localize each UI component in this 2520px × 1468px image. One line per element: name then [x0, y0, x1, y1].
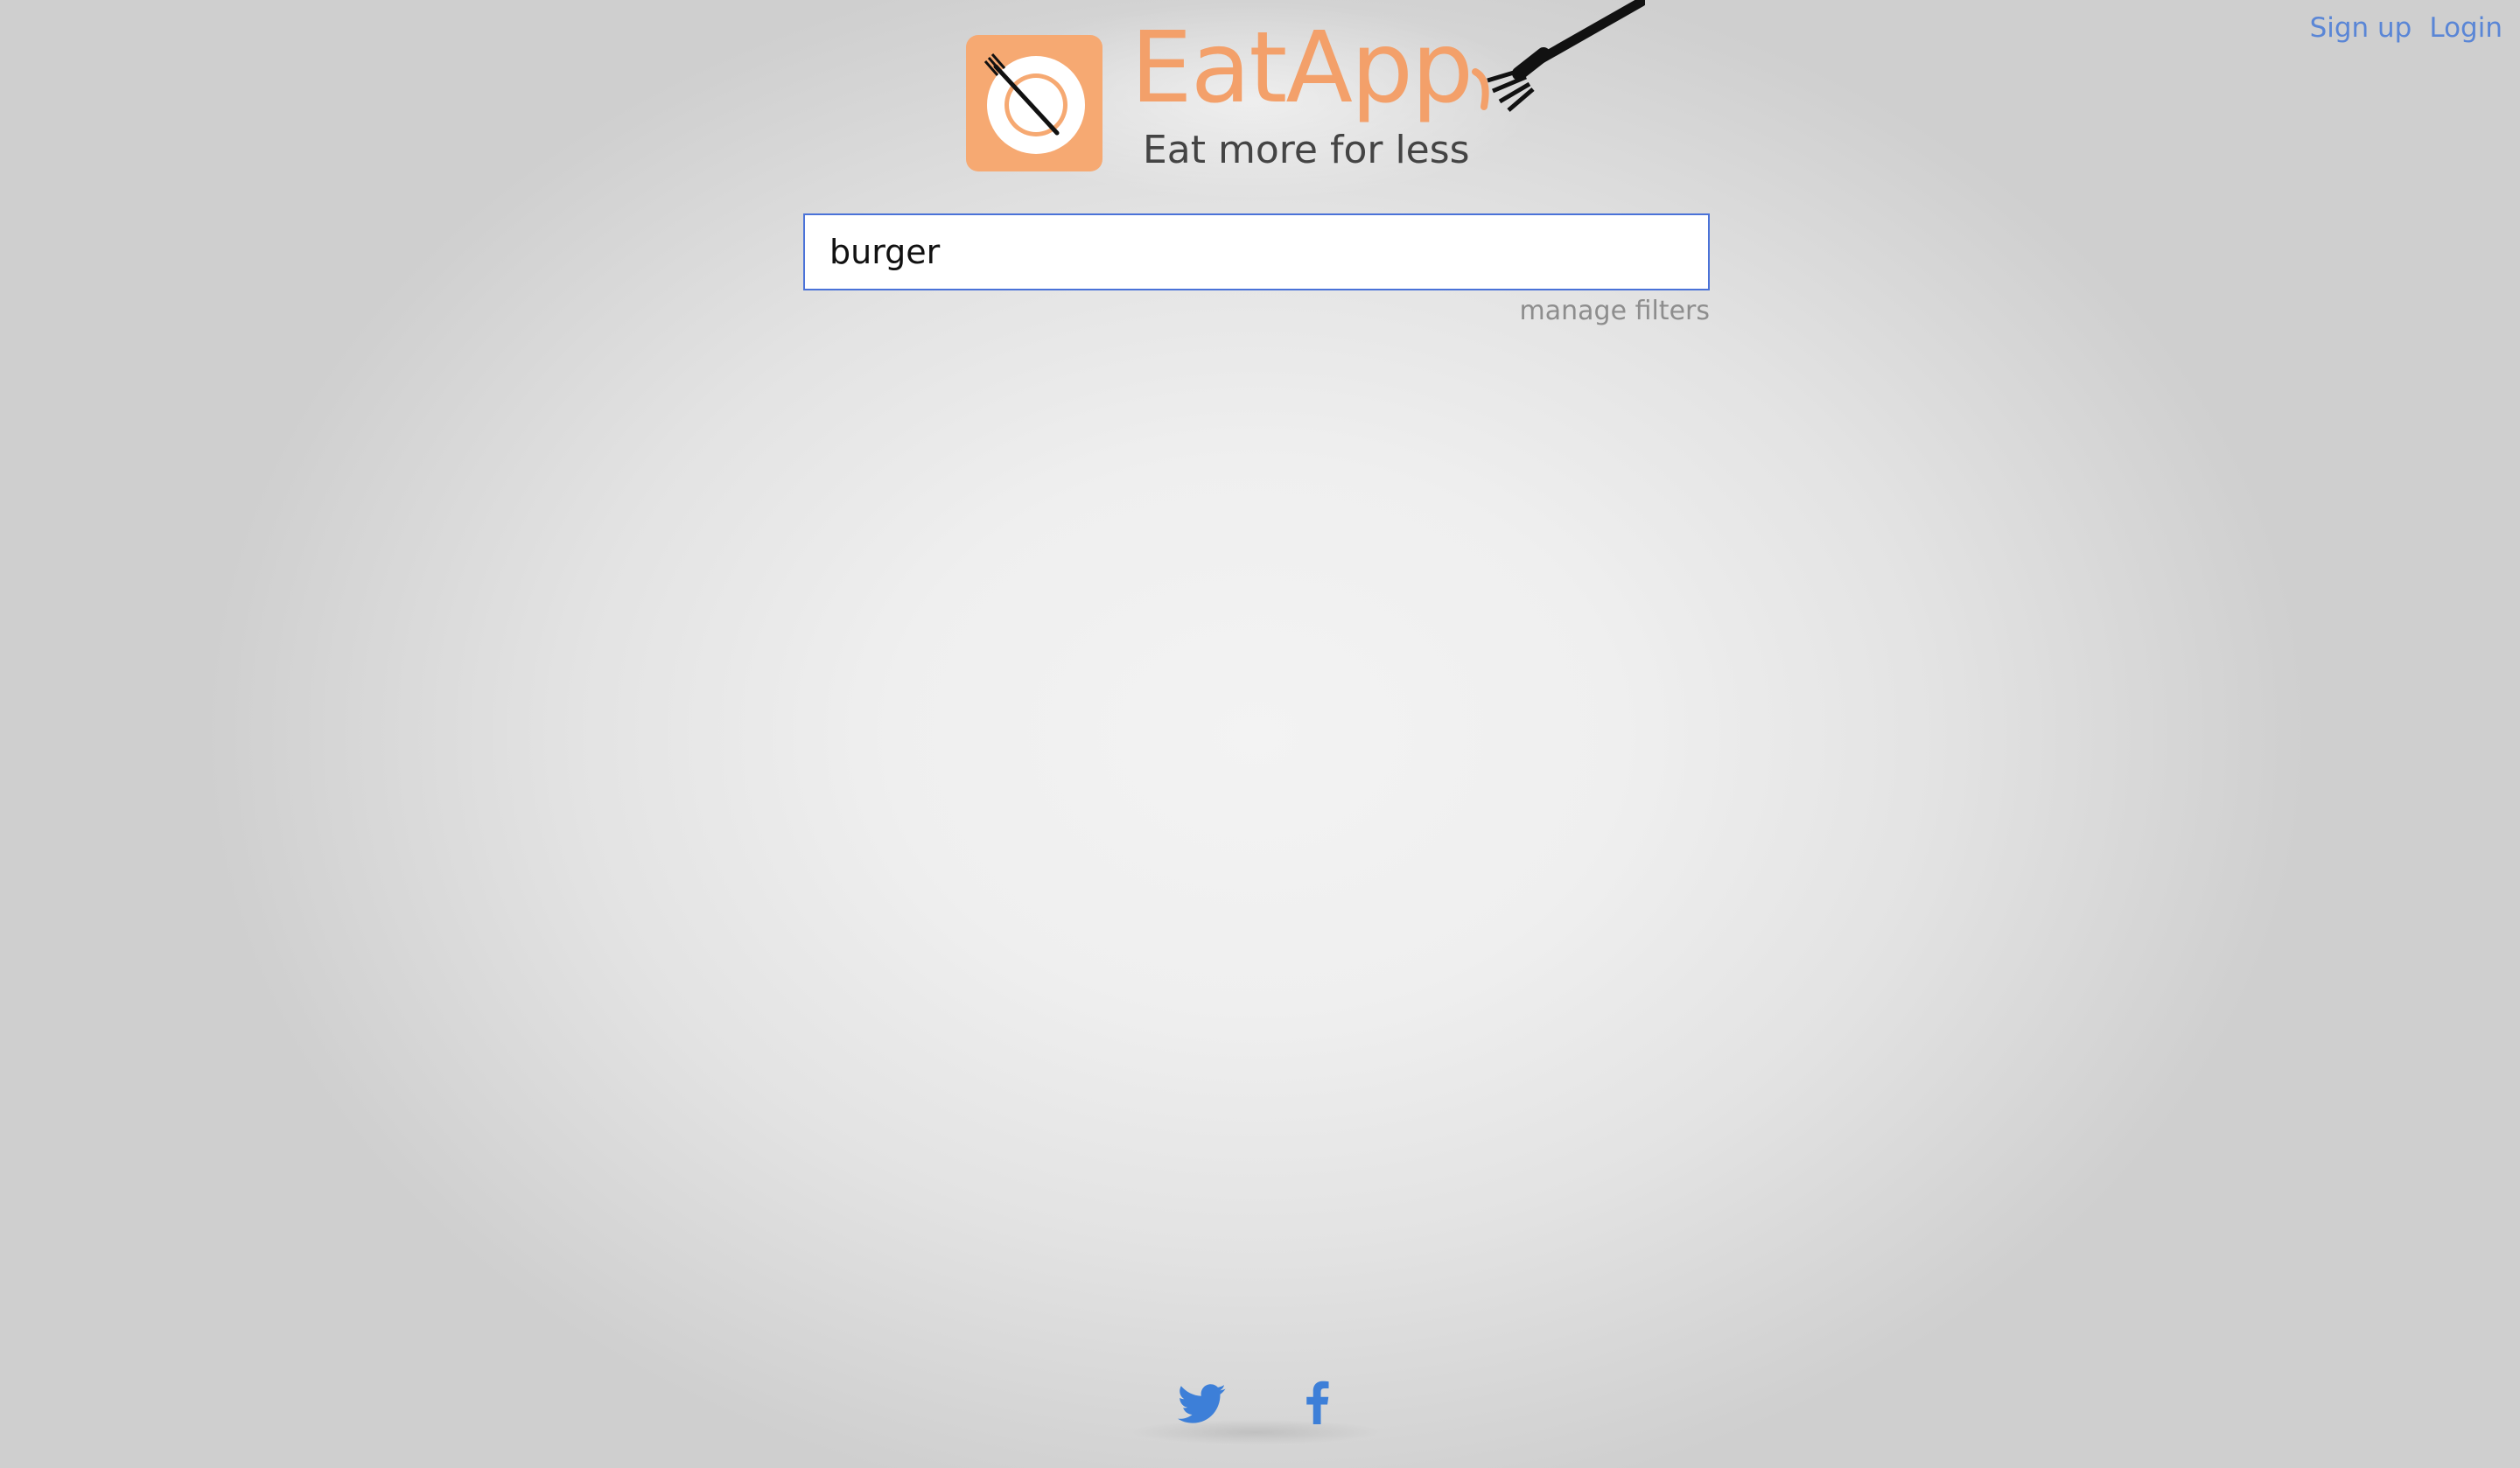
plate-icon: [966, 35, 1102, 171]
search-area: manage filters: [803, 213, 1710, 326]
logo-tagline: Eat more for less: [1143, 128, 1470, 172]
social-links: [1120, 1365, 1400, 1452]
search-input[interactable]: [803, 213, 1710, 290]
social-shadow: [1129, 1419, 1382, 1445]
logo: EatApp Eat more for less: [945, 0, 1645, 201]
twitter-icon[interactable]: [1178, 1384, 1227, 1424]
auth-links: Sign up Login: [2310, 12, 2502, 44]
fork-icon: [1472, 0, 1645, 112]
signup-link[interactable]: Sign up: [2310, 12, 2412, 44]
logo-title: EatApp: [1130, 11, 1474, 125]
facebook-icon[interactable]: [1302, 1381, 1330, 1424]
manage-filters-link[interactable]: manage filters: [1520, 296, 1710, 326]
login-link[interactable]: Login: [2429, 12, 2502, 44]
